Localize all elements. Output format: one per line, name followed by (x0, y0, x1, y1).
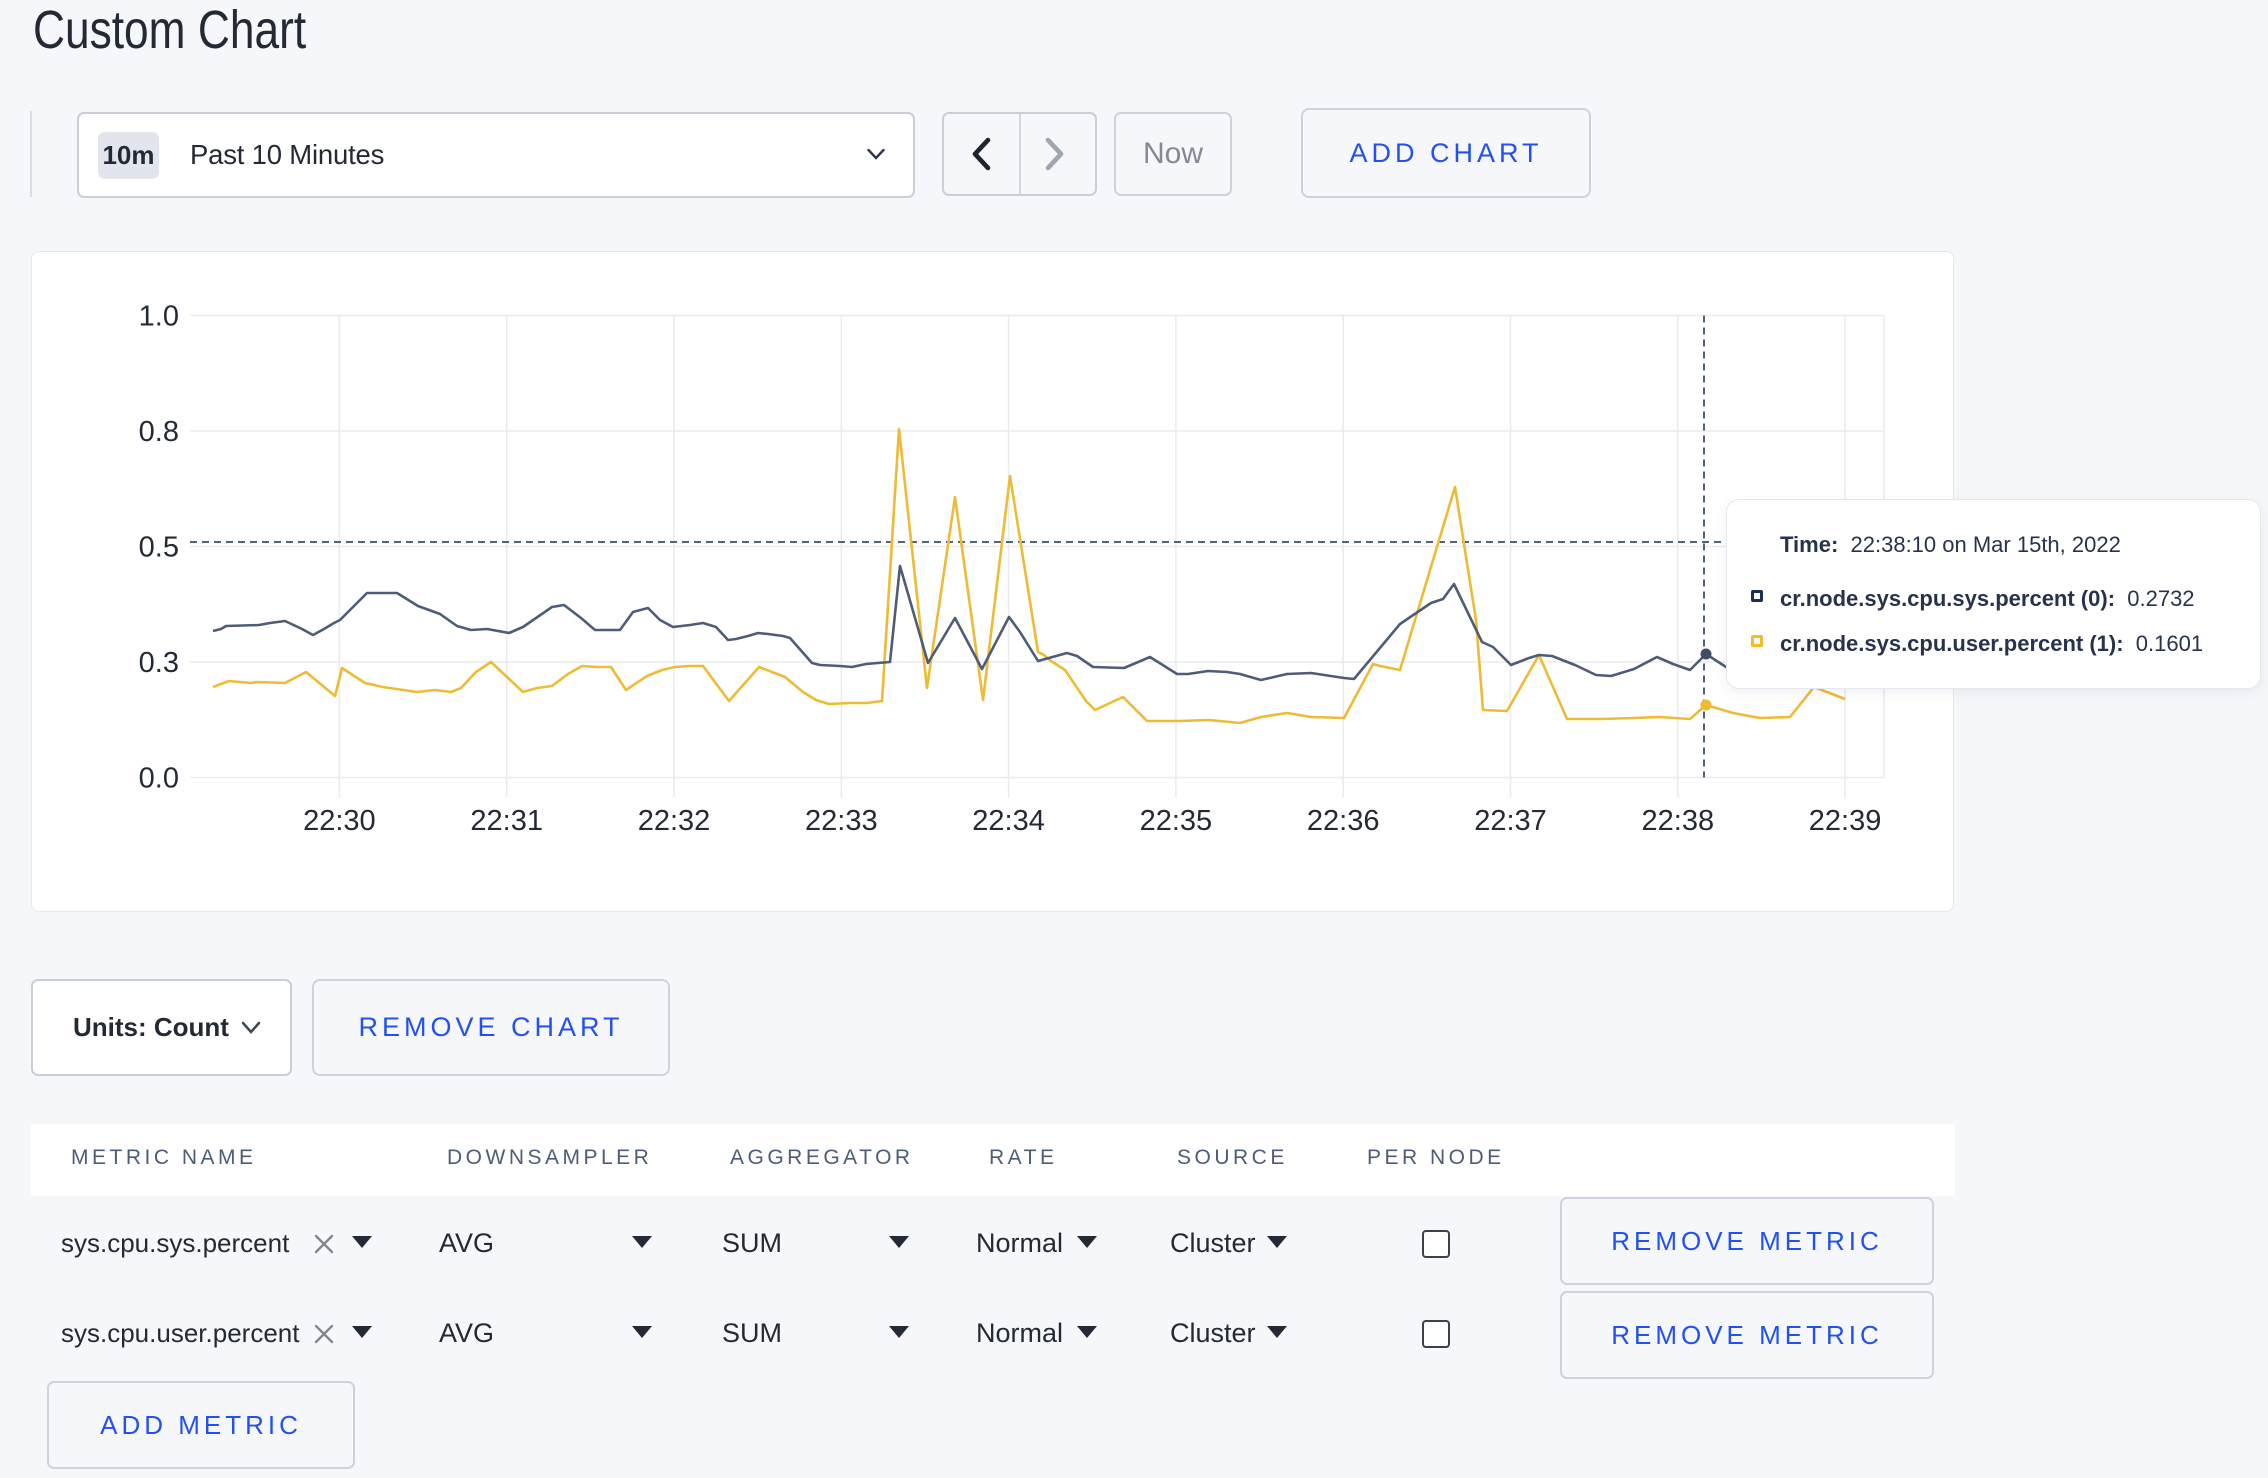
svg-text:22:33: 22:33 (805, 805, 878, 837)
svg-text:22:37: 22:37 (1474, 805, 1547, 837)
svg-text:22:35: 22:35 (1140, 805, 1213, 837)
svg-text:22:31: 22:31 (470, 805, 543, 837)
svg-text:22:36: 22:36 (1307, 805, 1380, 837)
svg-text:0.3: 0.3 (139, 647, 179, 679)
svg-text:22:32: 22:32 (638, 805, 711, 837)
svg-text:1.0: 1.0 (139, 301, 179, 333)
svg-text:0.8: 0.8 (139, 416, 179, 448)
svg-text:0.5: 0.5 (139, 532, 179, 564)
svg-text:22:30: 22:30 (303, 805, 376, 837)
svg-text:22:39: 22:39 (1809, 805, 1882, 837)
svg-text:22:38: 22:38 (1642, 805, 1715, 837)
svg-text:0.0: 0.0 (139, 763, 179, 795)
svg-text:22:34: 22:34 (972, 805, 1045, 837)
